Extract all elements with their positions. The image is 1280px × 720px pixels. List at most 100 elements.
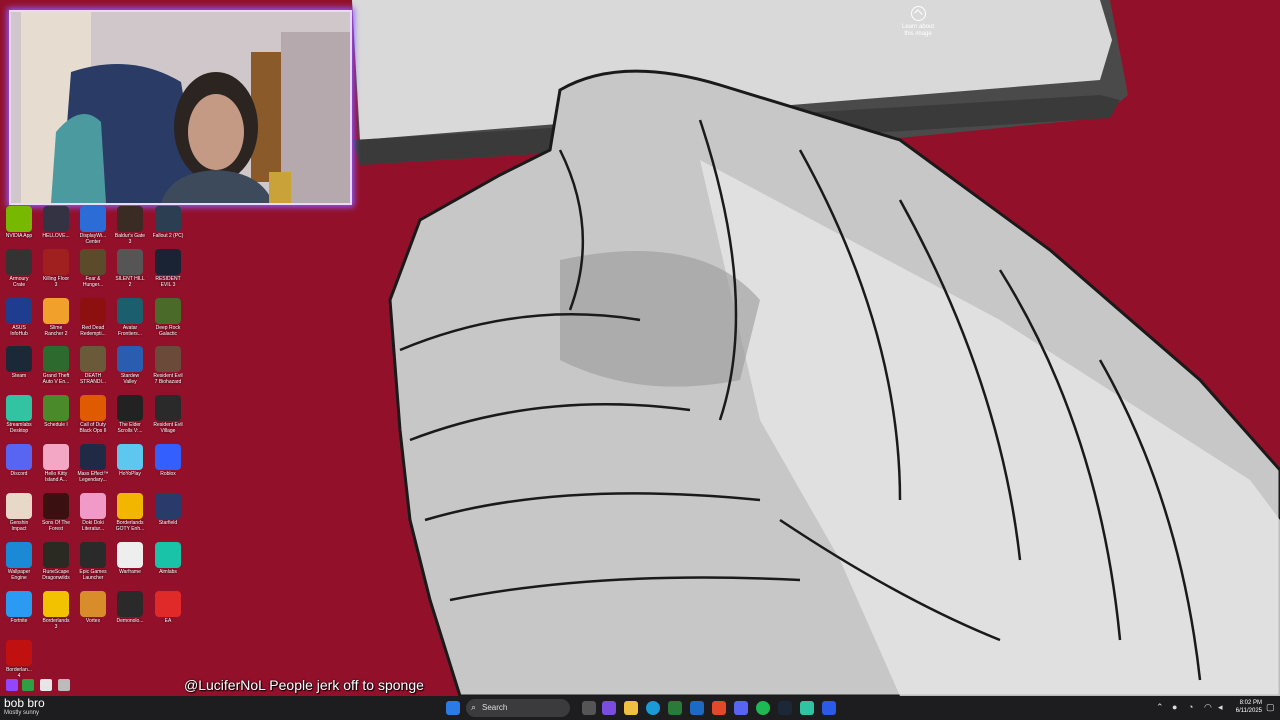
fallout-icon: [155, 206, 181, 232]
start-icon[interactable]: [446, 701, 460, 715]
desktop-icon-genshin[interactable]: Genshin Impact: [0, 493, 38, 539]
wallpaper-engine-icon: [6, 542, 32, 568]
desktop-icon-death-stranding[interactable]: DEATH STRANDI...: [74, 346, 112, 392]
slime-rancher-icon: [43, 298, 69, 324]
desktop-icon-fallout[interactable]: Fallout 2 (PC): [149, 206, 187, 252]
tray-overflow-icon[interactable]: ⌃: [1156, 702, 1164, 713]
desktop-icon-nvidia[interactable]: NVIDIA App: [0, 206, 38, 252]
desktop-icon-resident-evil-7[interactable]: Resident Evil 7 Biohazard: [149, 346, 187, 392]
warframe-icon: [117, 542, 143, 568]
desktop-icon-wallpaper-engine[interactable]: Wallpaper Engine: [0, 542, 38, 588]
weather-condition: Mostly sunny: [4, 710, 40, 716]
mass-effect-icon: [80, 444, 106, 470]
killing-floor-icon: [43, 249, 69, 275]
desktop-icon-display[interactable]: DisplayWi... Center: [74, 206, 112, 252]
desktop-icon-red-dead[interactable]: Red Dead Redempti...: [74, 298, 112, 344]
desktop-icon-avatar[interactable]: Avatar Frontiers...: [111, 298, 149, 344]
desktop-icon-silent-hill[interactable]: SILENT HILL 2: [111, 249, 149, 295]
desktop-icon-mass-effect[interactable]: Mass Effect™ Legendary...: [74, 444, 112, 490]
desktop-icon-starfield[interactable]: Starfield: [149, 493, 187, 539]
death-stranding-icon: [80, 346, 106, 372]
office-icon[interactable]: [712, 701, 726, 715]
desktop-icon-label: Aimlabs: [159, 569, 177, 575]
desktop-icon-resident-evil-3[interactable]: RESIDENT EVIL 3: [149, 249, 187, 295]
desktop-icon-deep-rock[interactable]: Deep Rock Galactic: [149, 298, 187, 344]
nvidia-icon: [6, 206, 32, 232]
learn-about-image-label: Learn about this image: [901, 24, 935, 37]
discord-taskbar-icon[interactable]: [734, 701, 748, 715]
desktop-icon-label: Mass Effect™ Legendary...: [77, 471, 109, 483]
desktop-icon-runescape[interactable]: RuneScape Dragonwilds: [37, 542, 75, 588]
desktop-icon-gta[interactable]: Grand Theft Auto V En...: [37, 346, 75, 392]
streamlabs-taskbar-icon[interactable]: [800, 701, 814, 715]
clock[interactable]: 8:02 PM 6/11/2025: [1232, 699, 1262, 715]
notifications-icon[interactable]: ▢: [1266, 702, 1275, 713]
desktop-icon-hoyoplay[interactable]: HoYoPlay: [111, 444, 149, 490]
doki-doki-icon: [80, 493, 106, 519]
spotify-icon[interactable]: [756, 701, 770, 715]
desktop-icon-resident-evil-village[interactable]: Resident Evil Village: [149, 395, 187, 441]
desktop-icon-armoury-crate[interactable]: Armoury Crate: [0, 249, 38, 295]
desktop-icon-streamlabs[interactable]: Streamlabs Desktop: [0, 395, 38, 441]
desktop-icon-epic[interactable]: Epic Games Launcher: [74, 542, 112, 588]
desktop-icon-fortnite[interactable]: Fortnite: [0, 591, 38, 637]
hello-kitty-icon: [43, 444, 69, 470]
desktop-icon-label: Resident Evil 7 Biohazard: [153, 373, 183, 385]
streamlabs-icon: [6, 395, 32, 421]
desktop-icon-schedule[interactable]: Schedule I: [37, 395, 75, 441]
search-box[interactable]: ⌕ Search: [466, 699, 570, 717]
borderlands-goty-icon: [117, 493, 143, 519]
desktop-icon-label: The Elder Scrolls V:...: [117, 422, 143, 434]
desktop-icon-label: RESIDENT EVIL 3: [155, 276, 181, 288]
desktop-icon-sons-forest[interactable]: Sons Of The Forest: [37, 493, 75, 539]
desktop-icon-slime-rancher[interactable]: Slime Rancher 2: [37, 298, 75, 344]
gta-icon: [43, 346, 69, 372]
weather-widget[interactable]: bob bro Mostly sunny: [4, 697, 45, 717]
desktop-icon-borderlands-3[interactable]: Borderlands 3: [37, 591, 75, 637]
resident-evil-3-icon: [155, 249, 181, 275]
desktop-icon-cod[interactable]: Call of Duty Black Ops II: [74, 395, 112, 441]
desktop-icon-steam[interactable]: Steam: [0, 346, 38, 392]
store-icon[interactable]: [668, 701, 682, 715]
file-explorer-icon[interactable]: [624, 701, 638, 715]
desktop-icon-doki-doki[interactable]: Doki Doki Literatur...: [74, 493, 112, 539]
steam-taskbar-icon[interactable]: [778, 701, 792, 715]
desktop-icon-label: Genshin Impact: [9, 520, 29, 532]
desktop-icon-killing-floor[interactable]: Killing Floor 3: [37, 249, 75, 295]
desktop-icon-label: Warframe: [119, 569, 141, 575]
stardew-icon: [117, 346, 143, 372]
volume-icon[interactable]: ◂: [1218, 702, 1223, 713]
desktop-icon-label: Discord: [10, 471, 28, 477]
desktop-icon-hello-kitty[interactable]: Hello Kitty Island A...: [37, 444, 75, 490]
desktop-icon-label: Red Dead Redempti...: [80, 325, 106, 337]
learn-about-image-button[interactable]: Learn about this image: [896, 6, 940, 38]
desktop-icon-vortex[interactable]: Vortex: [74, 591, 112, 637]
desktop-icon-borderlands-goty[interactable]: Borderlands GOTY Enh...: [111, 493, 149, 539]
tray-app-icon[interactable]: ●: [1172, 702, 1177, 712]
desktop-icon-discord[interactable]: Discord: [0, 444, 38, 490]
app-taskbar-icon[interactable]: [822, 701, 836, 715]
desktop-icon-label: Starfield: [158, 520, 178, 526]
resident-evil-7-icon: [155, 346, 181, 372]
search-placeholder: Search: [482, 703, 508, 712]
desktop-icon-baldurs-gate[interactable]: Baldur's Gate 3: [111, 206, 149, 252]
edge-icon[interactable]: [646, 701, 660, 715]
desktop-icon-aimlabs[interactable]: Aimlabs: [149, 542, 187, 588]
desktop-icon-ea[interactable]: EA: [149, 591, 187, 637]
desktop-icon-demonologist[interactable]: Demonolo...: [111, 591, 149, 637]
network-icon[interactable]: ◔: [1188, 702, 1193, 712]
desktop-icon-roblox[interactable]: Roblox: [149, 444, 187, 490]
desktop-icon-warframe[interactable]: Warframe: [111, 542, 149, 588]
wifi-icon[interactable]: ◠: [1204, 702, 1212, 713]
task-view-icon[interactable]: [582, 701, 596, 715]
outlook-icon[interactable]: [690, 701, 704, 715]
hoyoplay-icon: [117, 444, 143, 470]
desktop-icon-label: Avatar Frontiers...: [118, 325, 142, 337]
desktop-icon-hellove[interactable]: HELLOVE...: [37, 206, 75, 252]
desktop-icon-fear-hunger[interactable]: Fear & Hunger...: [74, 249, 112, 295]
desktop-icon-stardew[interactable]: Stardew Valley: [111, 346, 149, 392]
desktop-icon-elder-scrolls[interactable]: The Elder Scrolls V:...: [111, 395, 149, 441]
baldurs-gate-icon: [117, 206, 143, 232]
copilot-icon[interactable]: [602, 701, 616, 715]
desktop-icon-asus[interactable]: ASUS InfoHub: [0, 298, 38, 344]
